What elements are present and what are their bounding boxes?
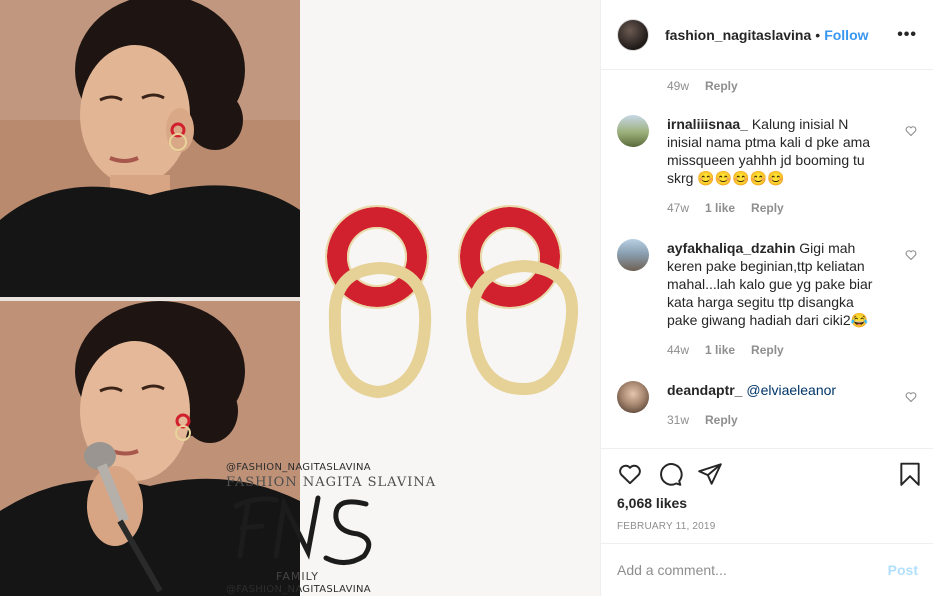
commenter-avatar[interactable] <box>617 239 649 271</box>
save-bookmark-icon[interactable] <box>897 461 923 487</box>
reply-button[interactable]: Reply <box>751 201 784 215</box>
like-comment-heart-icon[interactable] <box>905 125 917 137</box>
commenter-username[interactable]: deandaptr_ <box>667 382 742 398</box>
like-comment-heart-icon[interactable] <box>905 391 917 403</box>
like-heart-icon[interactable] <box>617 461 643 487</box>
comment-meta: 31w Reply <box>667 413 738 427</box>
header-separator: • <box>815 26 821 43</box>
comment-likes[interactable]: 1 like <box>705 343 735 357</box>
photo-woman-top <box>0 0 300 297</box>
commenter-username[interactable]: ayfakhaliqa_dzahin <box>667 240 795 256</box>
comment-time: 44w <box>667 343 690 357</box>
commenter-avatar[interactable] <box>617 381 649 413</box>
comment-meta: 44w 1 like Reply <box>667 343 784 357</box>
post-sidebar: fashion_nagitaslavina • Follow ••• 49w R… <box>600 0 933 596</box>
follow-button[interactable]: Follow <box>824 27 868 43</box>
author-username[interactable]: fashion_nagitaslavina <box>665 27 811 43</box>
likes-count[interactable]: 6,068 likes <box>617 495 687 511</box>
comment-time: 31w <box>667 413 690 427</box>
comment-body: deandaptr_ @elviaeleanor <box>667 381 877 399</box>
more-options-icon[interactable]: ••• <box>897 26 917 44</box>
watermark-handle-bottom: @FASHION_NAGITASLAVINA <box>226 584 371 595</box>
comment-body: ayfakhaliqa_dzahin Gigi mah keren pake b… <box>667 239 877 329</box>
comment-time: 47w <box>667 201 690 215</box>
comment-mention-link[interactable]: @elviaeleanor <box>746 382 836 398</box>
add-comment-input[interactable] <box>617 562 888 578</box>
post-actions: 6,068 likes FEBRUARY 11, 2019 <box>601 448 933 543</box>
commenter-avatar[interactable] <box>617 115 649 147</box>
add-comment-bar: Post <box>601 543 933 596</box>
comment-time: 49w <box>667 79 690 93</box>
reply-button[interactable]: Reply <box>705 413 738 427</box>
commenter-username[interactable]: irnaliiisnaa_ <box>667 116 748 132</box>
author-avatar[interactable] <box>617 18 649 51</box>
post-header: fashion_nagitaslavina • Follow ••• <box>601 0 933 70</box>
comment-bubble-icon[interactable] <box>657 461 683 487</box>
post-comment-button[interactable]: Post <box>888 562 918 578</box>
share-paper-plane-icon[interactable] <box>697 461 723 487</box>
comment-body: irnaliiisnaa_ Kalung inisial N inisial n… <box>667 115 877 187</box>
watermark-fns-logo <box>233 495 372 565</box>
post-image[interactable]: @FASHION_NAGITASLAVINA FASHION NAGITA SL… <box>0 0 600 596</box>
like-comment-heart-icon[interactable] <box>905 249 917 261</box>
post-date: FEBRUARY 11, 2019 <box>617 521 716 532</box>
comment-likes[interactable]: 1 like <box>705 201 735 215</box>
comments-list[interactable]: 49w Reply irnaliiisnaa_ Kalung inisial N… <box>601 71 933 448</box>
reply-button[interactable]: Reply <box>751 343 784 357</box>
watermark-family: FAMILY <box>276 570 319 583</box>
comment-meta: 47w 1 like Reply <box>667 201 784 215</box>
prev-comment-meta: 49w Reply <box>667 79 738 93</box>
watermark-handle-top: @FASHION_NAGITASLAVINA <box>226 462 371 473</box>
reply-button[interactable]: Reply <box>705 79 738 93</box>
